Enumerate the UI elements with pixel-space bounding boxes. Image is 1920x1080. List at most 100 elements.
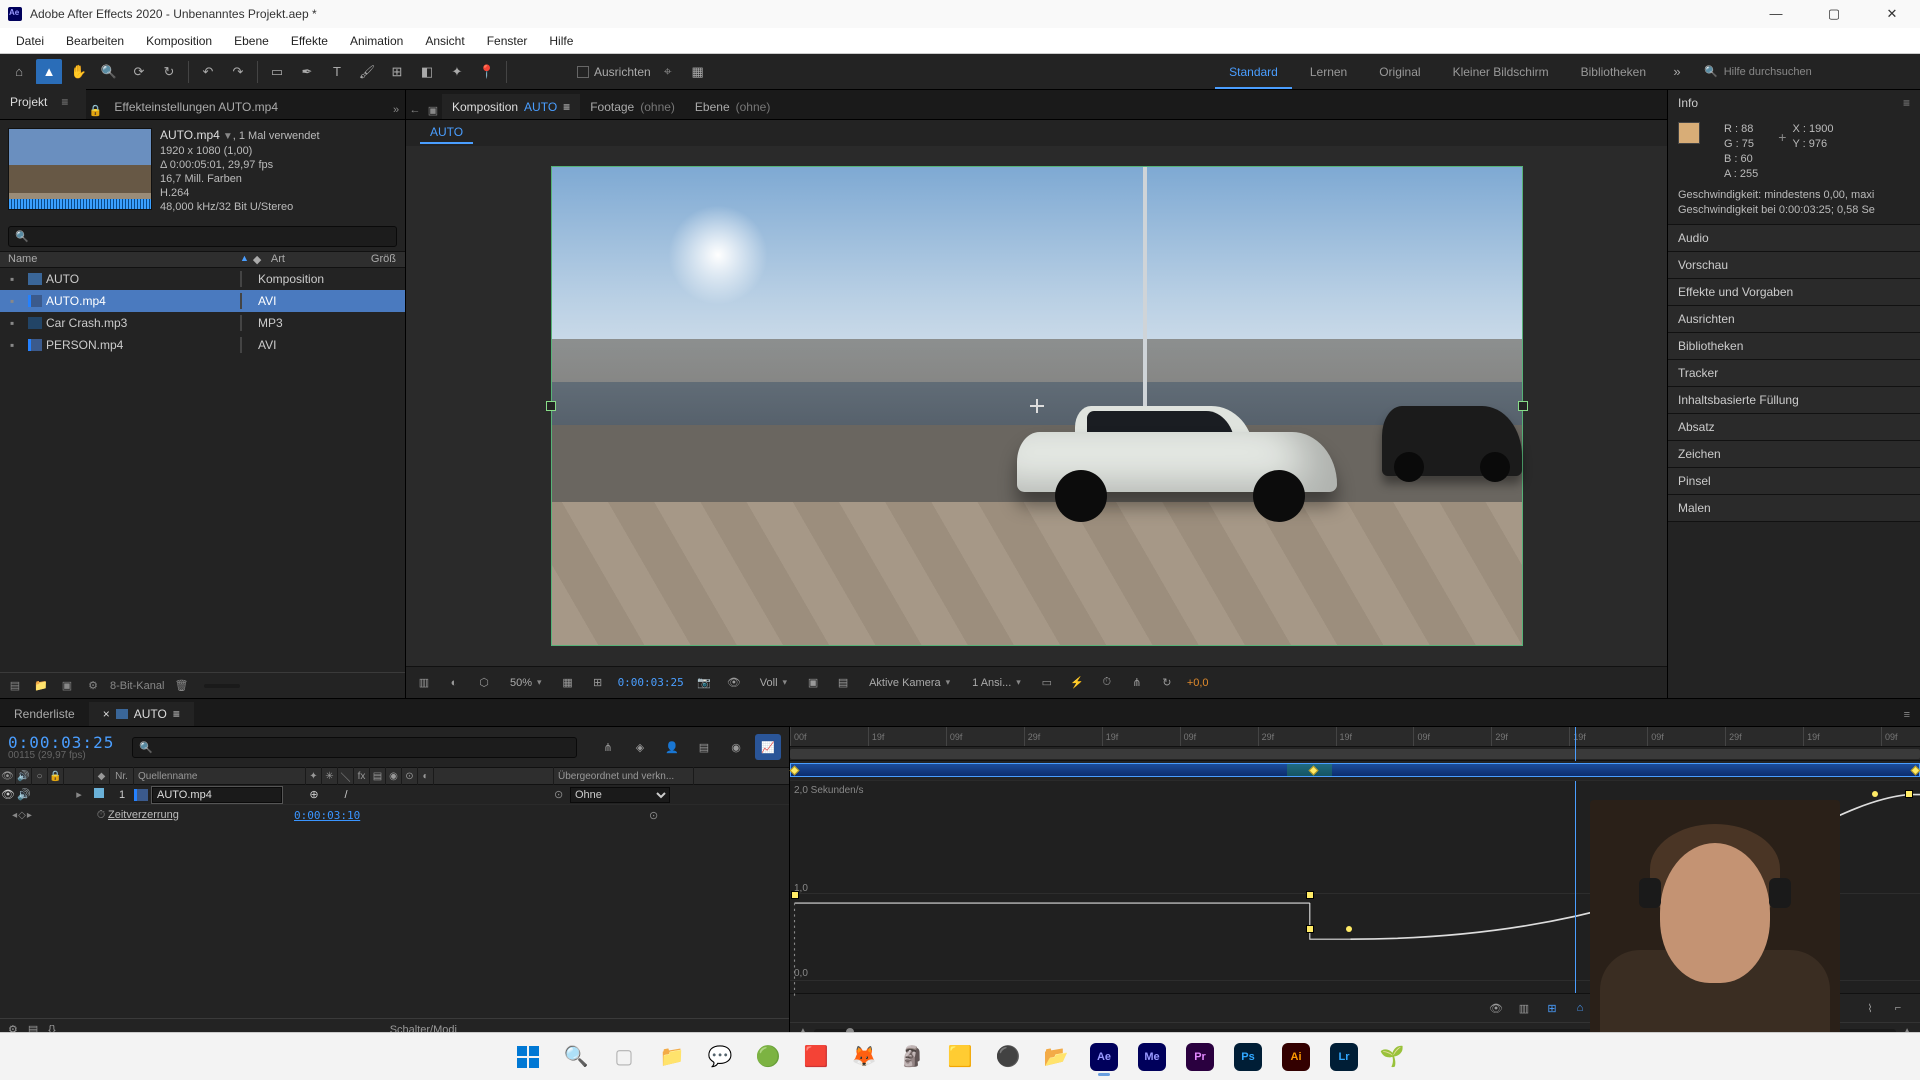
- tab-renderqueue[interactable]: Renderliste: [0, 702, 89, 726]
- menu-datei[interactable]: Datei: [6, 32, 54, 50]
- property-value[interactable]: 0:00:03:10: [294, 809, 360, 822]
- layer-duration-bar[interactable]: [790, 763, 1920, 777]
- workspace-standard[interactable]: Standard: [1215, 65, 1292, 89]
- snap-checkbox[interactable]: Ausrichten: [577, 65, 651, 79]
- panel-header[interactable]: Inhaltsbasierte Füllung: [1668, 387, 1920, 413]
- views-dropdown[interactable]: 1 Ansi...: [966, 675, 1027, 691]
- workspace-bibliotheken[interactable]: Bibliotheken: [1567, 65, 1660, 79]
- snap-options-icon[interactable]: ⌖: [655, 59, 681, 85]
- maximize-button[interactable]: ▢: [1814, 6, 1854, 22]
- composition-viewer[interactable]: [406, 146, 1667, 666]
- tab-timeline-comp[interactable]: ×AUTO ≡: [89, 702, 194, 726]
- layer-property-row[interactable]: ◂◇▸ ⏱Zeitverzerrung 0:00:03:10 ⊙: [0, 805, 789, 825]
- col-name[interactable]: Name: [8, 253, 37, 265]
- panel-menu-icon[interactable]: ≡: [173, 707, 180, 721]
- tab-effect-controls[interactable]: Effekteinstellungen AUTO.mp4: [104, 94, 387, 119]
- help-search[interactable]: 🔍 Hilfe durchsuchen: [1694, 61, 1914, 82]
- graph-keyframe[interactable]: [791, 891, 799, 899]
- col-size[interactable]: Größ: [371, 253, 401, 266]
- trash-icon[interactable]: 🗑: [172, 677, 190, 695]
- project-list[interactable]: ▪AUTOKomposition▪AUTO.mp4AVI▪Car Crash.m…: [0, 268, 405, 672]
- hand-tool[interactable]: ✋: [66, 59, 92, 85]
- panel-header[interactable]: Effekte und Vorgaben: [1668, 279, 1920, 305]
- workspace-original[interactable]: Original: [1365, 65, 1434, 79]
- panel-header[interactable]: Zeichen: [1668, 441, 1920, 467]
- resolution-dropdown[interactable]: Voll: [754, 675, 793, 691]
- camera-dropdown[interactable]: Aktive Kamera: [863, 675, 956, 691]
- roi-icon[interactable]: ▣: [803, 673, 823, 693]
- col-type[interactable]: Art: [271, 253, 371, 266]
- file-explorer-icon[interactable]: 📁: [652, 1037, 692, 1077]
- task-view-icon[interactable]: ▢: [604, 1037, 644, 1077]
- eraser-tool[interactable]: ◧: [414, 59, 440, 85]
- show-snapshot-icon[interactable]: 👁: [724, 673, 744, 693]
- interpret-footage-icon[interactable]: ▤: [6, 677, 24, 695]
- snapshot-icon[interactable]: 📷: [694, 673, 714, 693]
- comp-mini-flowchart-icon[interactable]: ⋔: [595, 734, 621, 760]
- close-icon[interactable]: ×: [103, 707, 110, 721]
- panel-menu-icon[interactable]: ≡: [563, 100, 570, 114]
- prev-keyframe-icon[interactable]: ◂: [12, 810, 17, 821]
- app-icon[interactable]: 🟨: [940, 1037, 980, 1077]
- obs-icon[interactable]: ⚫: [988, 1037, 1028, 1077]
- composition-canvas[interactable]: [552, 167, 1522, 645]
- parent-dropdown[interactable]: Ohne: [570, 787, 670, 803]
- breadcrumb[interactable]: AUTO: [420, 122, 473, 144]
- rect-tool[interactable]: ▭: [264, 59, 290, 85]
- panel-header[interactable]: Ausrichten: [1668, 306, 1920, 332]
- whatsapp-icon[interactable]: 🟢: [748, 1037, 788, 1077]
- property-name[interactable]: Zeitverzerrung: [108, 809, 179, 821]
- tab-composition[interactable]: Komposition AUTO ≡: [442, 94, 580, 119]
- transparency-icon[interactable]: ▤: [833, 673, 853, 693]
- guides-icon[interactable]: ⊞: [588, 673, 608, 693]
- text-tool[interactable]: T: [324, 59, 350, 85]
- draft3d-icon[interactable]: ◈: [627, 734, 653, 760]
- col-parent[interactable]: Übergeordnet und verkn...: [554, 767, 694, 785]
- workspace-lernen[interactable]: Lernen: [1296, 65, 1361, 79]
- col-label[interactable]: ◆: [253, 253, 271, 266]
- panel-header[interactable]: Audio: [1668, 225, 1920, 251]
- menu-ebene[interactable]: Ebene: [224, 32, 279, 50]
- frame-blend-icon[interactable]: ▤: [691, 734, 717, 760]
- info-panel-header[interactable]: Info≡: [1668, 90, 1920, 116]
- photoshop-taskbar[interactable]: Ps: [1228, 1037, 1268, 1077]
- media-encoder-taskbar[interactable]: Me: [1132, 1037, 1172, 1077]
- project-item[interactable]: ▪AUTOKomposition: [0, 268, 405, 290]
- graph-keyframe[interactable]: [1905, 790, 1913, 798]
- app-icon[interactable]: 💬: [700, 1037, 740, 1077]
- app-icon[interactable]: 🌱: [1372, 1037, 1412, 1077]
- exposure-value[interactable]: +0,0: [1187, 677, 1209, 689]
- channel-icon[interactable]: ◐: [444, 673, 464, 693]
- menu-animation[interactable]: Animation: [340, 32, 413, 50]
- menu-hilfe[interactable]: Hilfe: [539, 32, 583, 50]
- overflow-icon[interactable]: »: [387, 101, 405, 119]
- firefox-icon[interactable]: 🦊: [844, 1037, 884, 1077]
- new-comp-icon[interactable]: ▣: [58, 677, 76, 695]
- menu-fenster[interactable]: Fenster: [477, 32, 538, 50]
- after-effects-taskbar[interactable]: Ae: [1084, 1037, 1124, 1077]
- bbox-handle[interactable]: [1518, 401, 1528, 411]
- panel-menu-icon[interactable]: ≡: [53, 90, 76, 114]
- timeline-search[interactable]: 🔍: [132, 737, 577, 758]
- panel-header[interactable]: Vorschau: [1668, 252, 1920, 278]
- start-button[interactable]: [508, 1037, 548, 1077]
- puppet-tool[interactable]: 📍: [474, 59, 500, 85]
- effects-lock-icon[interactable]: 🔒: [86, 101, 104, 119]
- graph-keyframe[interactable]: [1306, 925, 1314, 933]
- project-search[interactable]: 🔍: [8, 226, 397, 247]
- zoom-tool[interactable]: 🔍: [96, 59, 122, 85]
- rotate-tool[interactable]: ↻: [156, 59, 182, 85]
- redo-icon[interactable]: ↷: [225, 59, 251, 85]
- bit-depth[interactable]: 8-Bit-Kanal: [110, 680, 164, 692]
- menu-ansicht[interactable]: Ansicht: [415, 32, 474, 50]
- col-source[interactable]: Quellenname: [134, 767, 306, 785]
- panel-header[interactable]: Bibliotheken: [1668, 333, 1920, 359]
- shy-icon[interactable]: 👤: [659, 734, 685, 760]
- project-settings-icon[interactable]: ⚙: [84, 677, 102, 695]
- reset-exposure-icon[interactable]: ↻: [1157, 673, 1177, 693]
- menu-komposition[interactable]: Komposition: [136, 32, 222, 50]
- panel-options-icon[interactable]: ≡: [1894, 704, 1920, 726]
- mask-icon[interactable]: ⬡: [474, 673, 494, 693]
- app-icon[interactable]: 🗿: [892, 1037, 932, 1077]
- lightroom-taskbar[interactable]: Lr: [1324, 1037, 1364, 1077]
